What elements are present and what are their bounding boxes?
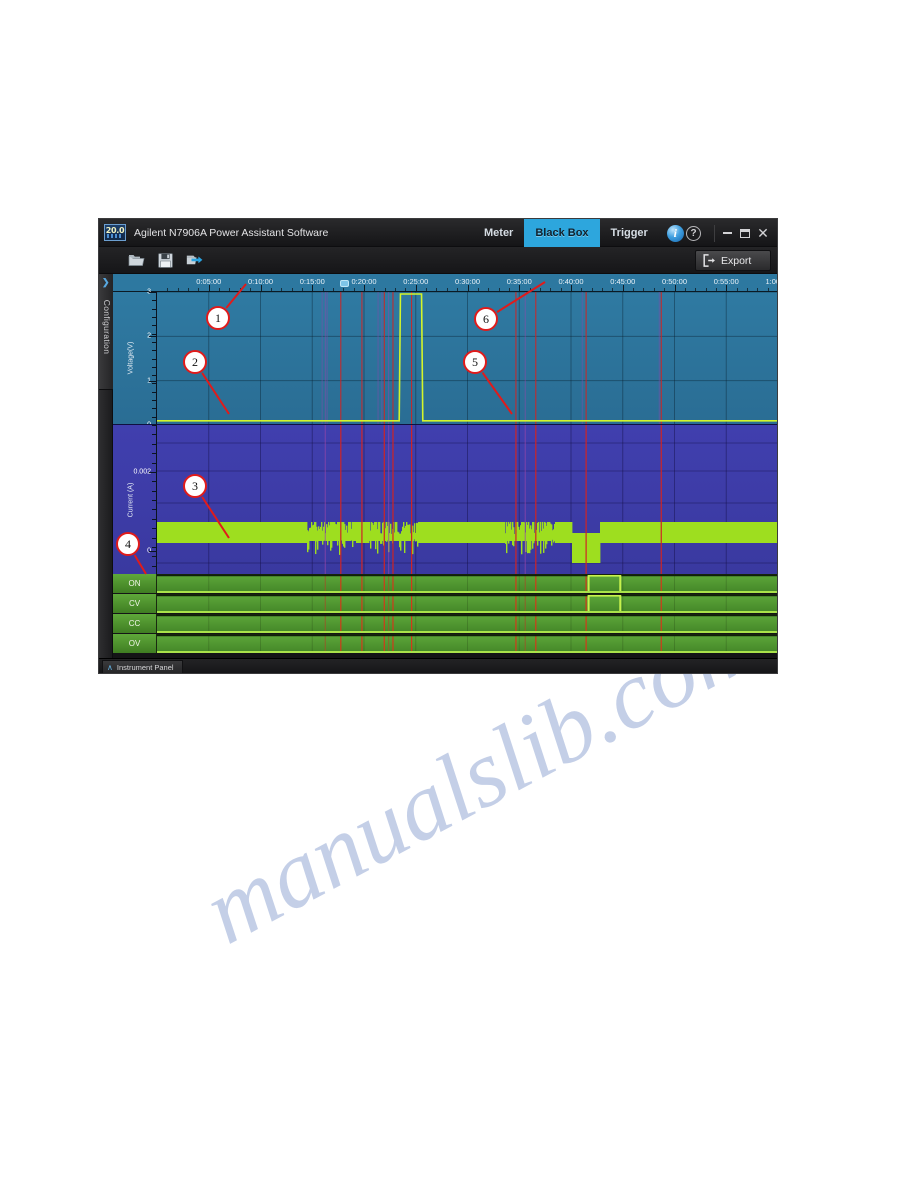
window-controls: ? ✕ xyxy=(686,219,777,247)
chevron-up-icon: ∧ xyxy=(107,663,113,672)
save-icon[interactable] xyxy=(154,250,176,270)
app-icon: 20.0 xyxy=(104,224,126,241)
voltage-y-axis-title: Voltage(V) xyxy=(127,341,135,375)
window-controls-divider xyxy=(714,224,715,242)
status-row-label-cv: CV xyxy=(113,594,157,613)
app-icon-bargraph xyxy=(107,234,123,238)
current-chart[interactable]: Current (A) 00.002 xyxy=(113,424,777,576)
instrument-panel-label: Instrument Panel xyxy=(116,663,174,672)
configuration-panel-tab[interactable]: ❯ Configuration xyxy=(99,274,113,390)
status-row: CC xyxy=(113,614,777,633)
export-button[interactable]: Export xyxy=(695,250,771,271)
maximize-button[interactable] xyxy=(736,222,754,244)
voltage-plot-area[interactable] xyxy=(157,292,777,424)
tab-meter[interactable]: Meter xyxy=(473,219,524,247)
status-row: OV xyxy=(113,634,777,653)
open-folder-icon[interactable] xyxy=(125,250,147,270)
minimize-button[interactable] xyxy=(718,222,736,244)
instrument-panel-button[interactable]: ∧ Instrument Panel xyxy=(102,660,183,673)
current-plot-area[interactable] xyxy=(157,425,777,574)
configuration-rail[interactable]: ❯ Configuration xyxy=(99,274,113,658)
help-icon[interactable]: ? xyxy=(686,225,701,241)
title-bar: 20.0 Agilent N7906A Power Assistant Soft… xyxy=(99,219,777,253)
status-track-cc[interactable] xyxy=(157,614,777,633)
info-icon[interactable] xyxy=(666,224,684,242)
status-row-label-on: ON xyxy=(113,574,157,593)
export-arrow-icon xyxy=(703,254,716,267)
voltage-y-axis: Voltage(V) 0123 xyxy=(113,289,157,429)
status-row: CV xyxy=(113,594,777,613)
toolbar: Export xyxy=(99,247,777,274)
status-track-on[interactable] xyxy=(157,574,777,593)
tab-trigger[interactable]: Trigger xyxy=(600,219,659,247)
body-area: ❯ Configuration 0:05:00 0:10:00 0:15:00 0:2… xyxy=(99,274,777,658)
tab-black-box[interactable]: Black Box xyxy=(524,219,600,253)
close-button[interactable]: ✕ xyxy=(754,222,772,244)
status-track-ov[interactable] xyxy=(157,634,777,653)
tab-strip: Meter Black Box Trigger xyxy=(473,219,684,253)
plot-stack: 0:05:00 0:10:00 0:15:00 0:20:00 0:25:00 0:30:… xyxy=(113,274,777,658)
configuration-label: Configuration xyxy=(102,299,112,355)
status-row: ON xyxy=(113,574,777,593)
footer-bar: ∧ Instrument Panel xyxy=(99,658,777,673)
export-data-icon[interactable] xyxy=(183,250,205,270)
status-track-cv[interactable] xyxy=(157,594,777,613)
application-window: 20.0 Agilent N7906A Power Assistant Soft… xyxy=(98,218,778,674)
current-y-axis: Current (A) 00.002 xyxy=(113,425,157,576)
timeline-scroll-thumb[interactable] xyxy=(340,280,350,287)
chevron-right-icon: ❯ xyxy=(102,277,110,287)
status-row-label-ov: OV xyxy=(113,634,157,653)
status-rows: ON CV CC OV xyxy=(113,574,777,658)
window-title: Agilent N7906A Power Assistant Software xyxy=(134,226,329,239)
export-button-label: Export xyxy=(721,254,752,267)
time-axis[interactable]: 0:05:00 0:10:00 0:15:00 0:20:00 0:25:00 0:30:… xyxy=(113,274,777,291)
status-row-label-cc: CC xyxy=(113,614,157,633)
voltage-chart[interactable]: Voltage(V) 0123 xyxy=(113,289,777,429)
